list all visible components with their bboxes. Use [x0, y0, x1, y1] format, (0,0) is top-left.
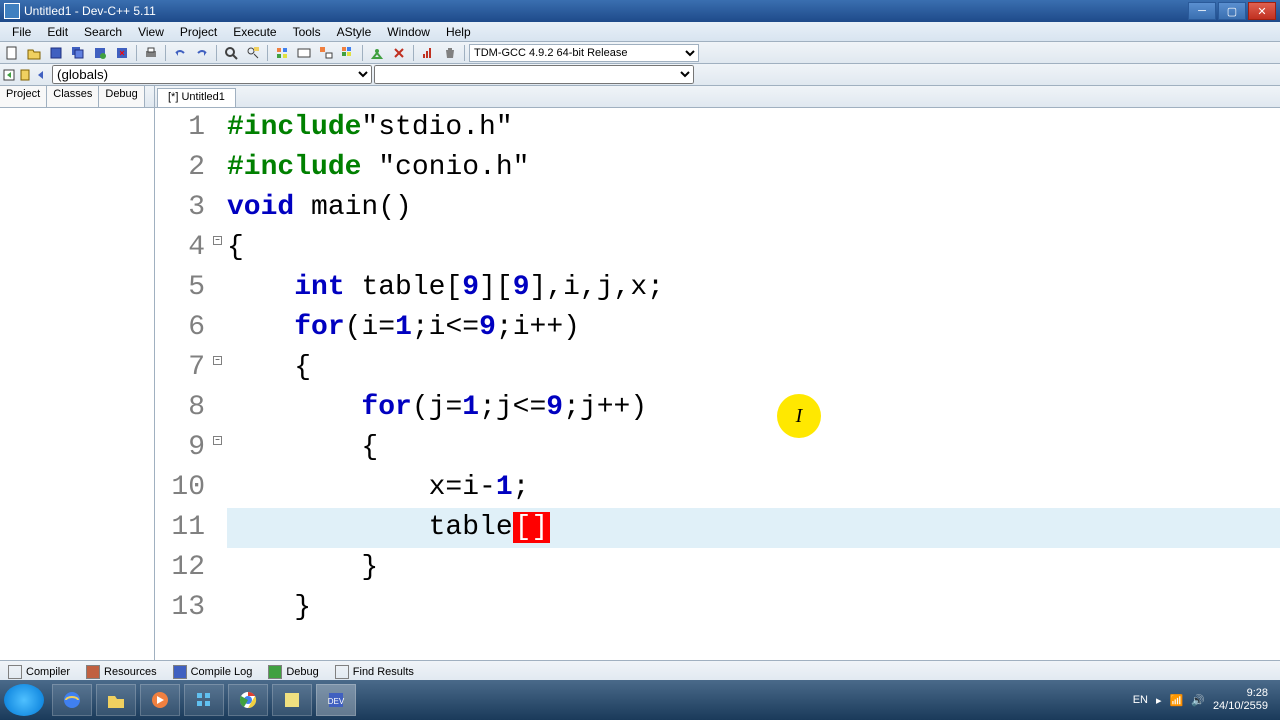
window-buttons: ─ ▢ ✕: [1188, 2, 1276, 20]
tray-flag-icon[interactable]: ▸: [1156, 694, 1162, 707]
maximize-button[interactable]: ▢: [1218, 2, 1246, 20]
tray-clock[interactable]: 9:28 24/10/2559: [1213, 687, 1268, 713]
open-icon[interactable]: [24, 44, 44, 62]
start-button[interactable]: [4, 684, 44, 716]
grid-icon: [8, 665, 22, 679]
redo-icon[interactable]: [192, 44, 212, 62]
profile-icon[interactable]: [418, 44, 438, 62]
scope-select[interactable]: (globals): [52, 65, 372, 84]
bookmark-icon[interactable]: [18, 68, 32, 82]
windows-taskbar: DEV EN ▸ 📶 🔊 9:28 24/10/2559: [0, 680, 1280, 720]
line-gutter: 12345678910111213: [155, 108, 213, 660]
save-as-icon[interactable]: [90, 44, 110, 62]
undo-icon[interactable]: [170, 44, 190, 62]
editor-tab-untitled[interactable]: [*] Untitled1: [157, 88, 236, 107]
system-tray: EN ▸ 📶 🔊 9:28 24/10/2559: [1133, 687, 1276, 713]
tray-network-icon[interactable]: 📶: [1170, 694, 1184, 707]
editor-area: [*] Untitled1 12345678910111213 − − − I …: [155, 86, 1280, 660]
code-content[interactable]: I #include"stdio.h"#include "conio.h"voi…: [227, 108, 1280, 660]
minimize-button[interactable]: ─: [1188, 2, 1216, 20]
main-toolbar: TDM-GCC 4.9.2 64-bit Release: [0, 42, 1280, 64]
compile-run-icon[interactable]: [316, 44, 336, 62]
sidebar-tabs: Project Classes Debug: [0, 86, 154, 108]
goto-icon[interactable]: [2, 68, 16, 82]
sidebar: Project Classes Debug: [0, 86, 155, 660]
menu-tools[interactable]: Tools: [285, 23, 329, 41]
taskbar-ie-icon[interactable]: [52, 684, 92, 716]
fold-icon[interactable]: −: [213, 436, 222, 445]
check-icon: [268, 665, 282, 679]
tab-compiler[interactable]: Compiler: [4, 663, 74, 681]
taskbar-devcpp-icon[interactable]: DEV: [316, 684, 356, 716]
back-icon[interactable]: [34, 68, 48, 82]
save-icon[interactable]: [46, 44, 66, 62]
menu-view[interactable]: View: [130, 23, 172, 41]
scope-toolbar: (globals): [0, 64, 1280, 86]
tray-lang[interactable]: EN: [1133, 694, 1148, 706]
tab-find-results[interactable]: Find Results: [331, 663, 418, 681]
editor-tabs: [*] Untitled1: [155, 86, 1280, 108]
member-select[interactable]: [374, 65, 694, 84]
print-icon[interactable]: [141, 44, 161, 62]
stop-icon[interactable]: [389, 44, 409, 62]
close-file-icon[interactable]: [112, 44, 132, 62]
menu-search[interactable]: Search: [76, 23, 130, 41]
code-editor[interactable]: 12345678910111213 − − − I #include"stdio…: [155, 108, 1280, 660]
tray-volume-icon[interactable]: 🔊: [1191, 694, 1205, 707]
tab-classes[interactable]: Classes: [47, 86, 99, 107]
menu-help[interactable]: Help: [438, 23, 479, 41]
menu-file[interactable]: File: [4, 23, 39, 41]
new-file-icon[interactable]: [2, 44, 22, 62]
taskbar-explorer-icon[interactable]: [96, 684, 136, 716]
svg-text:DEV: DEV: [328, 697, 345, 706]
title-bar: Untitled1 - Dev-C++ 5.11 ─ ▢ ✕: [0, 0, 1280, 22]
menu-astyle[interactable]: AStyle: [329, 23, 380, 41]
taskbar-grid-icon[interactable]: [184, 684, 224, 716]
taskbar-media-icon[interactable]: [140, 684, 180, 716]
replace-icon[interactable]: [243, 44, 263, 62]
taskbar-notes-icon[interactable]: [272, 684, 312, 716]
run-icon[interactable]: [294, 44, 314, 62]
fold-column: − − −: [213, 108, 227, 660]
menu-window[interactable]: Window: [379, 23, 438, 41]
trash-icon[interactable]: [440, 44, 460, 62]
workspace: Project Classes Debug [*] Untitled1 1234…: [0, 86, 1280, 660]
tab-debug[interactable]: Debug: [99, 86, 144, 107]
bottom-panel-tabs: Compiler Resources Compile Log Debug Fin…: [0, 660, 1280, 682]
compiler-select[interactable]: TDM-GCC 4.9.2 64-bit Release: [469, 44, 699, 62]
menu-execute[interactable]: Execute: [225, 23, 284, 41]
tab-compile-log[interactable]: Compile Log: [169, 663, 257, 681]
debug-icon[interactable]: [367, 44, 387, 62]
menu-edit[interactable]: Edit: [39, 23, 76, 41]
log-icon: [173, 665, 187, 679]
book-icon: [86, 665, 100, 679]
menu-project[interactable]: Project: [172, 23, 225, 41]
tab-project[interactable]: Project: [0, 86, 47, 107]
compile-icon[interactable]: [272, 44, 292, 62]
app-icon: [4, 3, 20, 19]
cursor-highlight-icon: I: [777, 394, 821, 438]
tab-debug-bottom[interactable]: Debug: [264, 663, 322, 681]
menu-bar: File Edit Search View Project Execute To…: [0, 22, 1280, 42]
fold-icon[interactable]: −: [213, 236, 222, 245]
fold-icon[interactable]: −: [213, 356, 222, 365]
close-button[interactable]: ✕: [1248, 2, 1276, 20]
tab-resources[interactable]: Resources: [82, 663, 161, 681]
rebuild-icon[interactable]: [338, 44, 358, 62]
save-all-icon[interactable]: [68, 44, 88, 62]
search-icon: [335, 665, 349, 679]
window-title: Untitled1 - Dev-C++ 5.11: [24, 4, 1188, 18]
find-icon[interactable]: [221, 44, 241, 62]
taskbar-chrome-icon[interactable]: [228, 684, 268, 716]
